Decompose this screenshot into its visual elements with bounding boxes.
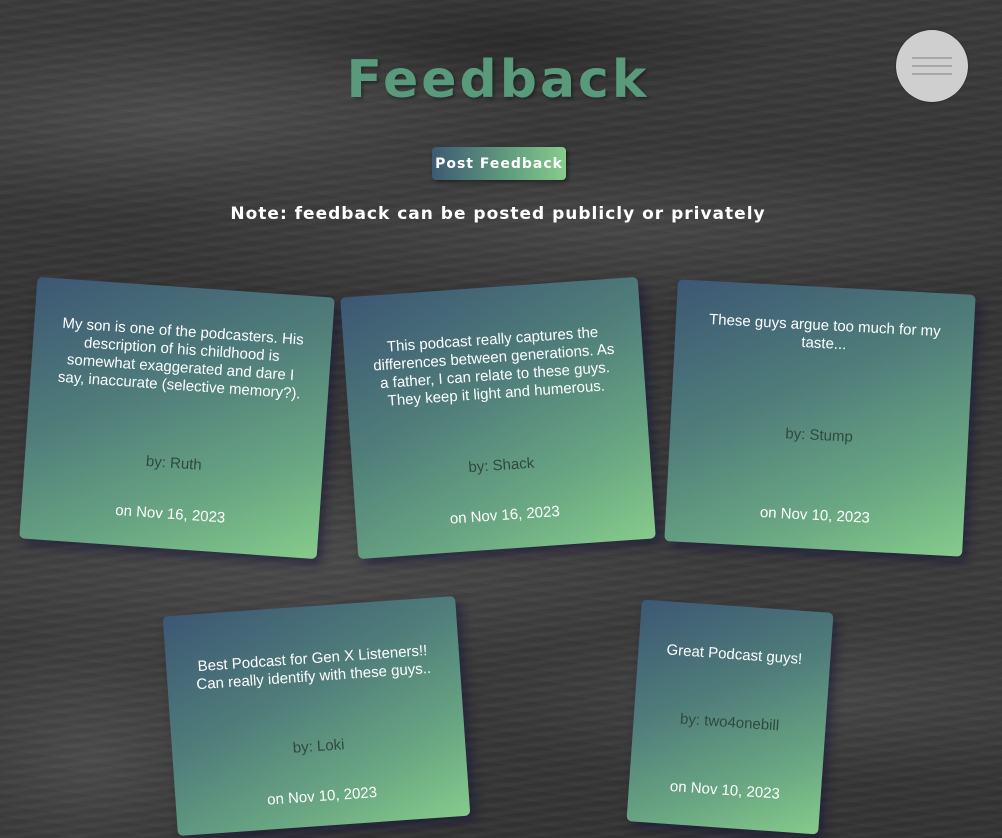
feedback-date: on Nov 16, 2023 [114, 501, 226, 527]
feedback-author: by: Ruth [145, 452, 203, 474]
post-feedback-button[interactable]: Post Feedback [432, 147, 566, 180]
hamburger-menu-button[interactable] [896, 30, 968, 102]
feedback-message: My son is one of the podcasters. His des… [57, 314, 305, 403]
feedback-card[interactable]: My son is one of the podcasters. His des… [19, 276, 335, 560]
feedback-card[interactable]: Great Podcast guys! by: two4onebill on N… [626, 599, 834, 835]
feedback-date: on Nov 10, 2023 [669, 778, 781, 803]
feedback-date: on Nov 10, 2023 [266, 783, 378, 809]
page-title: Feedback [346, 50, 650, 110]
feedback-message: These guys argue too much for my taste..… [708, 311, 942, 354]
hamburger-menu-icon-bar [912, 73, 952, 75]
hamburger-menu-icon-bar [912, 65, 952, 67]
feedback-date: on Nov 10, 2023 [759, 503, 871, 527]
feedback-message: This podcast really captures the differe… [372, 323, 615, 410]
feedback-author: by: Shack [467, 454, 535, 477]
hamburger-menu-icon [912, 57, 952, 59]
privacy-note: Note: feedback can be posted publicly or… [230, 204, 766, 224]
feedback-card[interactable]: Best Podcast for Gen X Listeners!! Can r… [162, 596, 471, 836]
feedback-author: by: Loki [292, 736, 346, 757]
feedback-card[interactable]: These guys argue too much for my taste..… [664, 279, 976, 557]
feedback-author: by: two4onebill [679, 710, 780, 735]
feedback-card[interactable]: This podcast really captures the differe… [340, 276, 656, 560]
feedback-message: Best Podcast for Gen X Listeners!! Can r… [195, 642, 432, 694]
feedback-author: by: Stump [784, 425, 854, 446]
feedback-message: Great Podcast guys! [665, 641, 803, 668]
feedback-date: on Nov 16, 2023 [449, 502, 561, 528]
